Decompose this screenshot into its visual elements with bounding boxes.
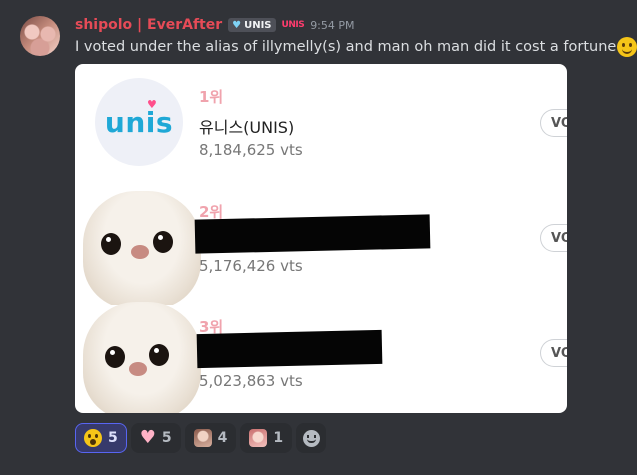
vote-count: 5,023,863 vts <box>199 372 303 390</box>
dog-photo <box>75 185 205 305</box>
logo-text: unis <box>104 105 174 139</box>
timestamp[interactable]: 9:54 PM <box>310 19 354 32</box>
rank-row: 3위 5,023,863 vts VO <box>75 294 567 413</box>
user-avatar[interactable] <box>20 16 60 56</box>
username[interactable]: shipolo | EverAfter <box>75 17 222 33</box>
reaction-count: 4 <box>217 430 228 446</box>
rank-row: 2위 5,176,426 vts VO <box>75 179 567 305</box>
dog-face <box>83 302 201 413</box>
reaction-count: 5 <box>108 430 118 446</box>
reaction-bar: 5 ♥ 5 4 1 <box>75 423 327 453</box>
reaction-custom-1[interactable]: 4 <box>184 423 237 453</box>
vote-button[interactable]: VO <box>540 109 567 137</box>
add-reaction-button[interactable] <box>296 423 327 453</box>
artist-name: 유니스(UNIS) <box>199 118 295 137</box>
reaction-surprised[interactable]: 5 <box>75 423 127 453</box>
vote-button[interactable]: VO <box>540 339 567 367</box>
reaction-count: 5 <box>161 430 172 446</box>
redaction-bar <box>194 214 431 254</box>
role-icon[interactable]: UNIS <box>282 20 305 30</box>
vote-button[interactable]: VO <box>540 224 567 252</box>
server-tag[interactable]: ♥ UNIS <box>228 18 276 32</box>
reaction-heart[interactable]: ♥ 5 <box>130 423 181 453</box>
dog-eye <box>105 346 125 368</box>
surprised-face-icon <box>84 429 102 447</box>
dog-nose <box>131 245 149 259</box>
rank-number: 1위 <box>199 88 224 106</box>
reaction-custom-2[interactable]: 1 <box>240 423 293 453</box>
vote-count: 5,176,426 vts <box>199 257 303 275</box>
slightly-smiling-tear-icon[interactable] <box>617 37 637 57</box>
heart-icon: ♥ <box>147 98 157 111</box>
dog-nose <box>129 362 147 376</box>
rank-row: unis ♥ 1위 유니스(UNIS) 8,184,625 vts VO <box>75 64 567 179</box>
add-reaction-icon <box>302 429 320 447</box>
image-attachment[interactable]: unis ♥ 1위 유니스(UNIS) 8,184,625 vts VO 2위 … <box>75 64 567 413</box>
heart-icon: ♥ <box>232 19 242 31</box>
message-content: I voted under the alias of illymelly(s) … <box>75 37 637 57</box>
message-header: shipolo | EverAfter ♥ UNIS UNIS 9:54 PM <box>75 16 355 34</box>
vote-count: 8,184,625 vts <box>199 141 303 159</box>
pink-heart-icon: ♥ <box>139 427 156 448</box>
custom-photo-emoji-icon <box>249 429 268 447</box>
redaction-bar <box>196 329 383 369</box>
message-text: I voted under the alias of illymelly(s) … <box>75 39 617 55</box>
server-tag-label: UNIS <box>244 19 272 31</box>
dog-photo <box>75 296 205 413</box>
reaction-count: 1 <box>273 430 284 446</box>
unis-logo: unis ♥ <box>95 78 183 166</box>
dog-eye <box>101 233 121 255</box>
dog-eye <box>149 344 169 366</box>
dog-eye <box>153 231 173 253</box>
custom-photo-emoji-icon <box>193 429 212 447</box>
dog-face <box>83 191 201 305</box>
